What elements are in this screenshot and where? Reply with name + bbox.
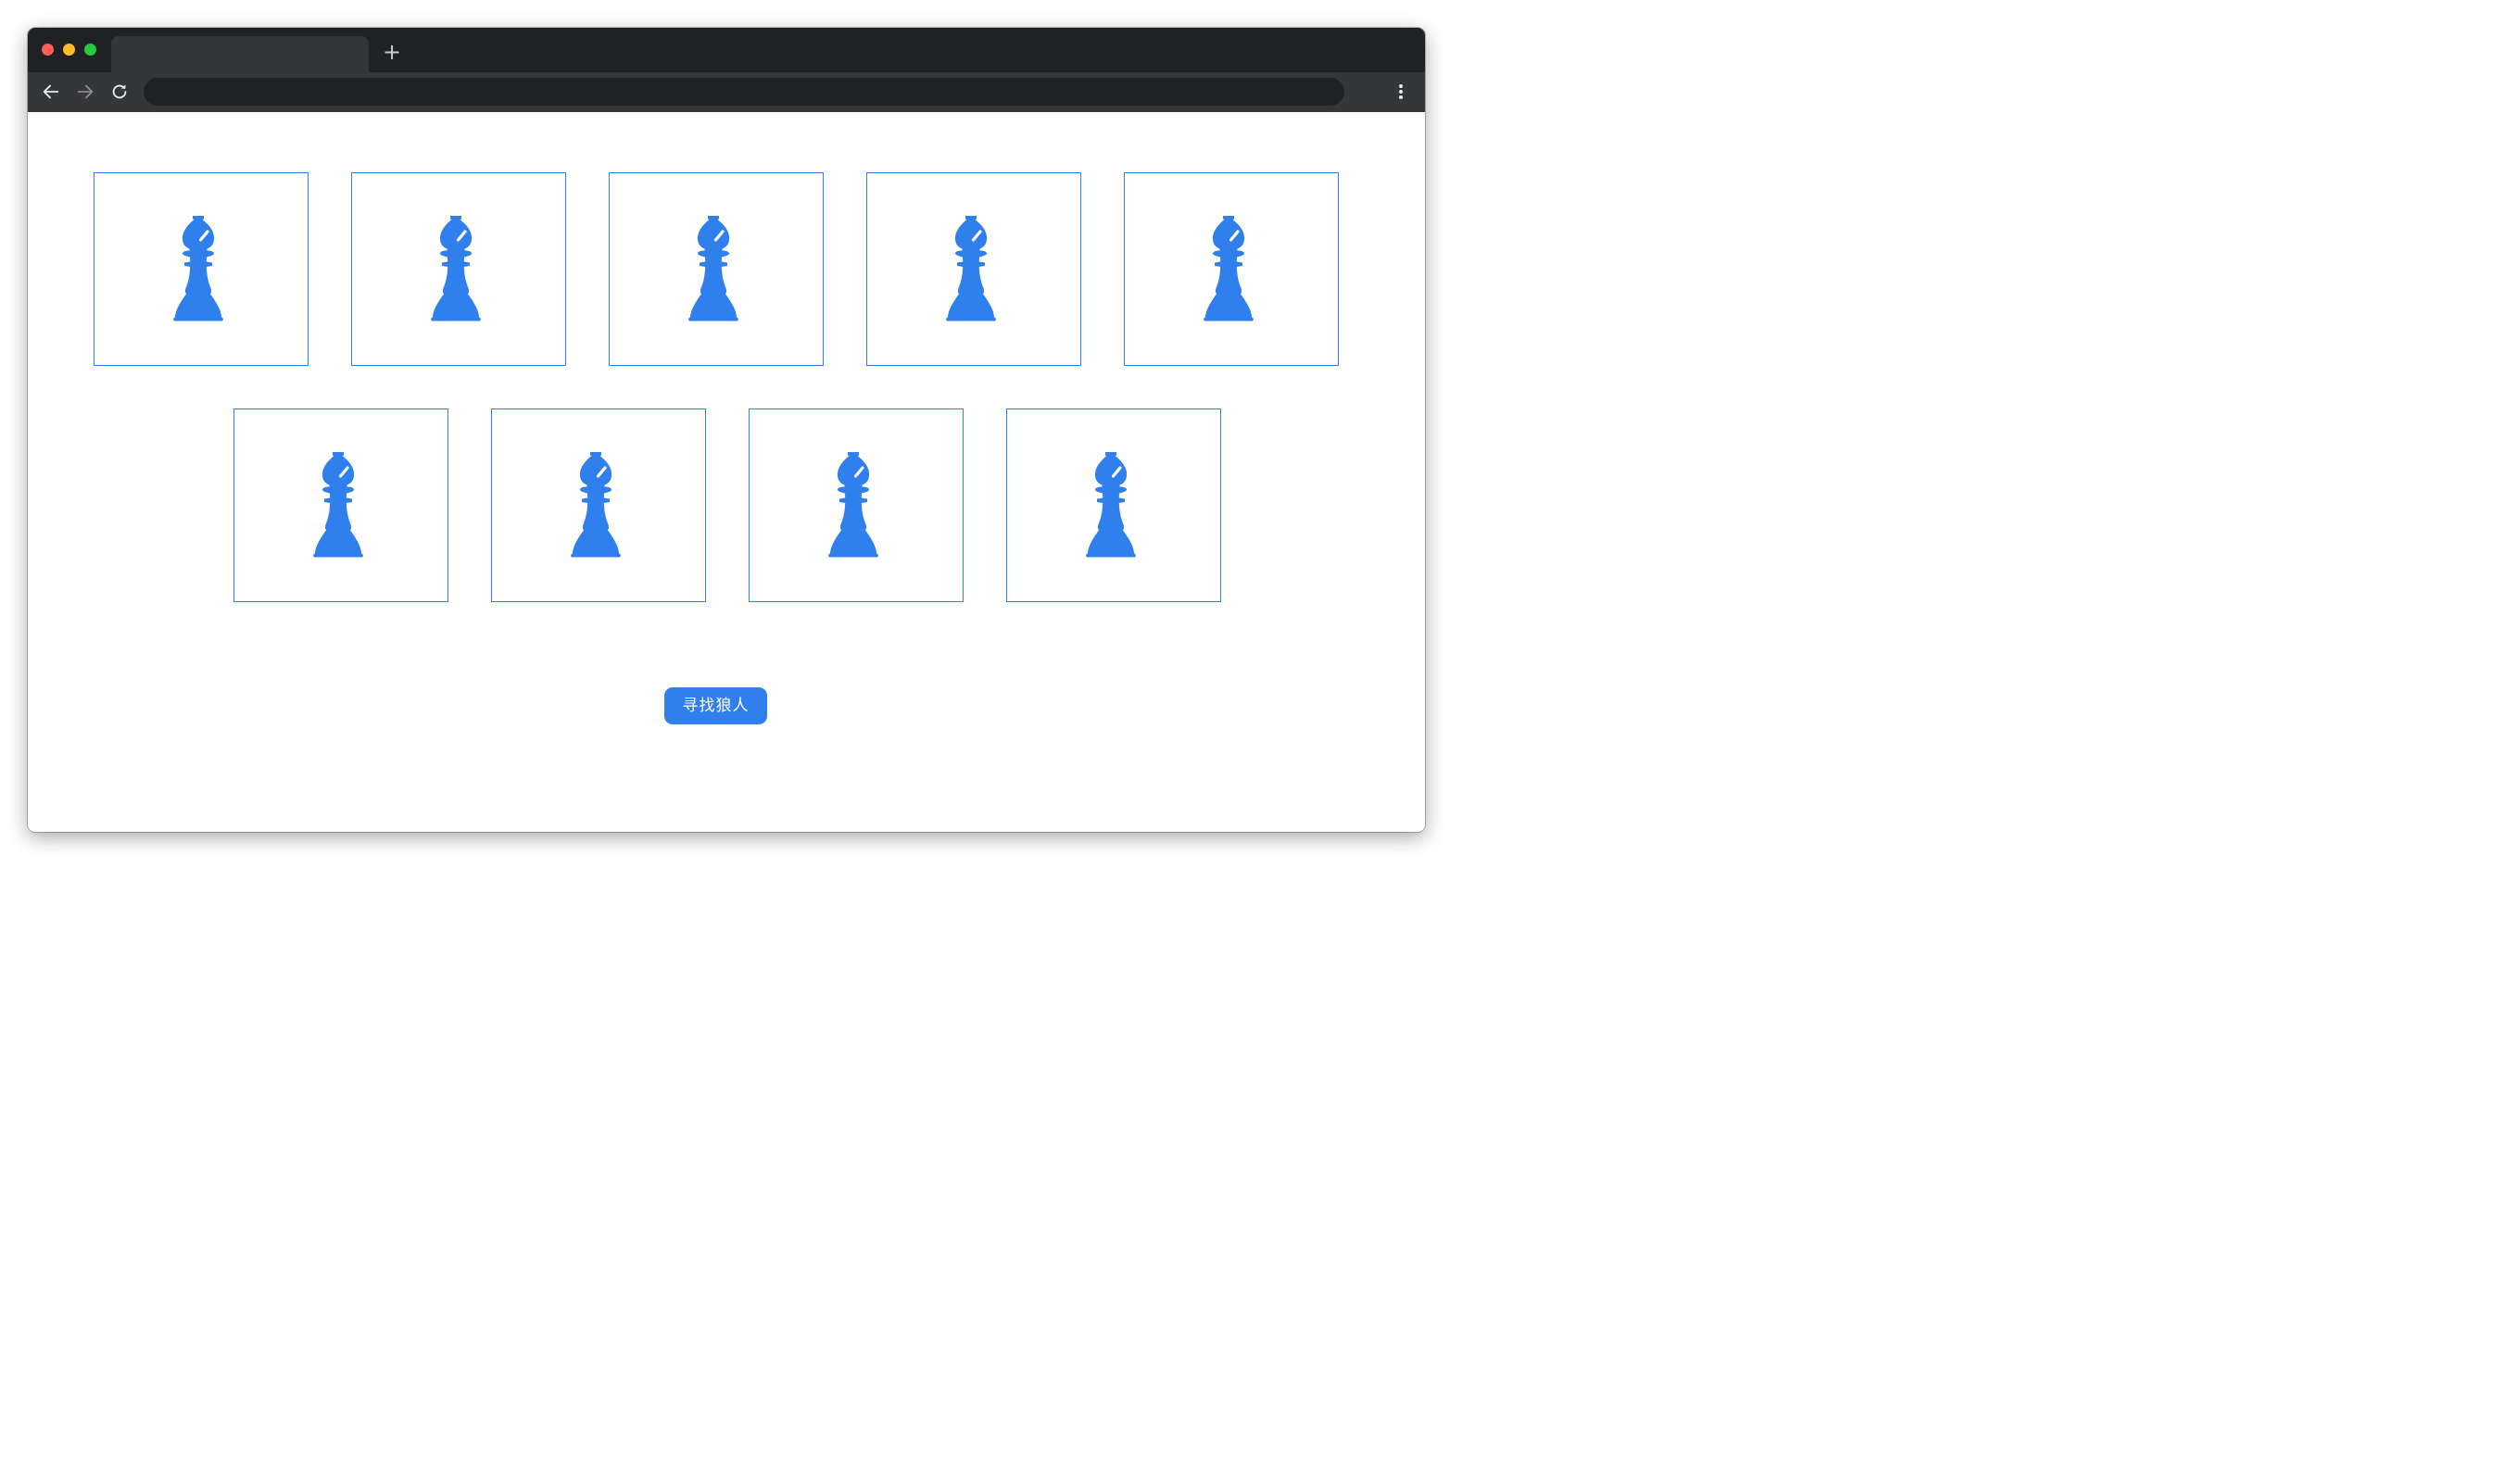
browser-window: + 寻找狼人 (28, 28, 1425, 832)
chess-bishop-icon (946, 216, 996, 321)
chess-bishop-icon (173, 216, 223, 321)
browser-menu-button[interactable] (1392, 82, 1410, 102)
title-bar: + (28, 28, 1425, 72)
maximize-window-button[interactable] (84, 44, 96, 56)
chess-bishop-icon (828, 452, 878, 558)
piece-card[interactable] (1124, 172, 1339, 366)
reload-button[interactable] (109, 82, 130, 102)
chess-bishop-icon (688, 216, 738, 321)
forward-button[interactable] (75, 82, 95, 102)
minimize-window-button[interactable] (63, 44, 75, 56)
piece-card[interactable] (351, 172, 566, 366)
piece-card[interactable] (94, 172, 309, 366)
kebab-menu-icon (1399, 84, 1403, 99)
arrow-left-icon (43, 84, 59, 99)
piece-card[interactable] (609, 172, 824, 366)
chess-bishop-icon (571, 452, 621, 558)
reload-icon (112, 84, 127, 99)
close-window-button[interactable] (42, 44, 54, 56)
piece-card[interactable] (1006, 409, 1221, 602)
new-tab-button[interactable]: + (381, 41, 403, 63)
chess-bishop-icon (431, 216, 481, 321)
piece-card[interactable] (233, 409, 448, 602)
piece-card[interactable] (749, 409, 964, 602)
back-button[interactable] (41, 82, 61, 102)
arrow-right-icon (77, 84, 94, 99)
find-werewolf-button[interactable]: 寻找狼人 (664, 687, 767, 724)
address-bar[interactable] (144, 78, 1344, 106)
chess-bishop-icon (1086, 452, 1136, 558)
page-content: 寻找狼人 (28, 112, 1425, 832)
piece-card[interactable] (491, 409, 706, 602)
browser-tab[interactable] (111, 36, 369, 72)
chess-bishop-icon (313, 452, 363, 558)
browser-toolbar (28, 72, 1425, 112)
piece-card[interactable] (866, 172, 1081, 366)
chess-bishop-icon (1204, 216, 1254, 321)
